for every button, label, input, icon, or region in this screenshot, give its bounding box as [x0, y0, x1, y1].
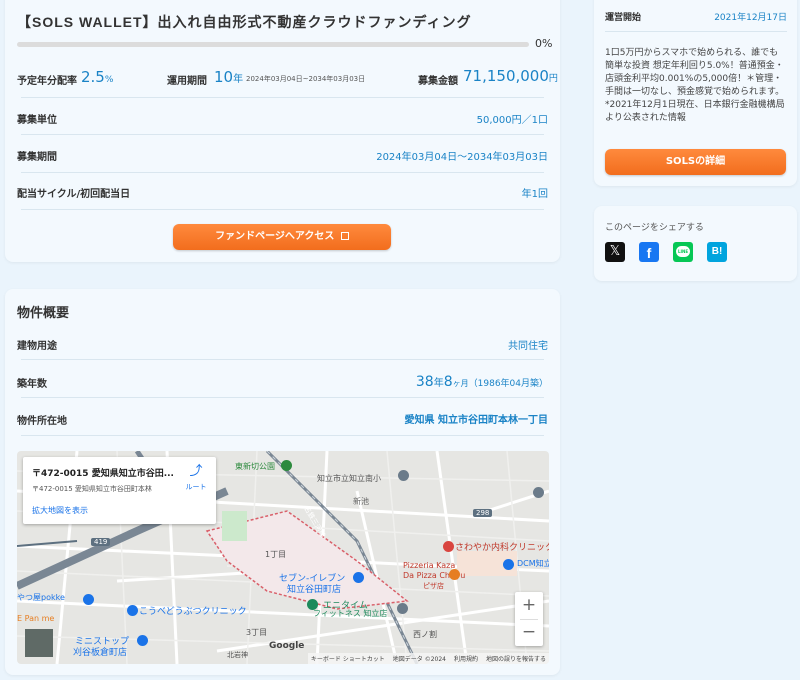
map-pin-icon[interactable] — [533, 487, 544, 498]
map-route-button[interactable]: ⤴ ルート — [181, 465, 211, 492]
map-pin-icon[interactable] — [83, 594, 94, 605]
map-footer: キーボード ショートカット 地図データ ©2024 利用規約 地図の誤りを報告する — [307, 653, 549, 664]
period-range: 2024年03月04日~2034年03月03日 — [246, 75, 366, 83]
line-icon[interactable]: LINE — [673, 242, 693, 262]
enlarge-map-link[interactable]: 拡大地図を表示 — [32, 505, 88, 516]
amount-label: 募集金額 — [418, 76, 458, 87]
map-pin-icon[interactable] — [449, 569, 460, 580]
location-value: 愛知県 知立市谷田町本林一丁目 — [404, 415, 548, 426]
route-icon: ⤴ — [189, 464, 203, 479]
report-error-link[interactable]: 地図の誤りを報告する — [486, 656, 546, 663]
divider — [21, 134, 544, 135]
age-label: 築年数 — [17, 379, 47, 390]
fund-title: 【SOLS WALLET】出入れ自由形式不動産クラウドファンディング — [17, 14, 472, 30]
sidebar-divider — [605, 31, 787, 32]
unit-value: 50,000円／1口 — [476, 115, 548, 126]
map-label: 知立市立知立南小 — [317, 474, 381, 483]
yield-value: 2.5% — [81, 68, 114, 86]
map-label: 北岩神 — [227, 651, 248, 659]
map-pin-icon[interactable] — [398, 470, 409, 481]
zoom-out-button[interactable]: − — [515, 619, 543, 646]
map-pin-icon[interactable] — [503, 559, 514, 570]
share-card: このページをシェアする 𝕏 f LINE B! — [594, 206, 797, 281]
terms-link[interactable]: 利用規約 — [454, 656, 478, 663]
sols-details-label: SOLSの詳細 — [665, 156, 726, 167]
map-label: 東新切公園 — [235, 462, 275, 471]
keyboard-shortcuts-link[interactable]: キーボード ショートカット — [311, 656, 385, 663]
route-label: ルート — [185, 483, 207, 491]
divider — [21, 435, 544, 436]
dividend-value: 年1回 — [521, 189, 548, 200]
divider — [21, 172, 544, 173]
use-value: 共同住宅 — [508, 341, 548, 352]
start-label: 運営開始 — [605, 13, 642, 23]
map-pin-icon[interactable] — [281, 460, 292, 471]
map-label: DCM知立 — [517, 559, 549, 568]
fund-summary-card: 【SOLS WALLET】出入れ自由形式不動産クラウドファンディング 0% 予定… — [5, 0, 560, 262]
map-zoom-controls: + − — [515, 592, 543, 646]
map-label: 3丁目 — [246, 628, 268, 637]
progress-text: 0% — [535, 37, 553, 50]
sols-details-button[interactable]: SOLSの詳細 — [605, 149, 786, 175]
unit-label: 募集単位 — [17, 115, 57, 126]
property-card: 物件概要 建物用途 共同住宅 築年数 38年8ヶ月（1986年04月築） 物件所… — [5, 289, 560, 675]
share-label: このページをシェアする — [605, 223, 704, 233]
map-label: やつ屋pokke — [17, 593, 65, 602]
location-label: 物件所在地 — [17, 416, 67, 427]
map-data-text: 地図データ ©2024 — [392, 656, 446, 663]
period-value: 10年 — [214, 68, 244, 86]
x-icon[interactable]: 𝕏 — [605, 242, 625, 262]
map-card-title: 〒472-0015 愛知県知立市谷田... — [32, 469, 174, 479]
divider — [21, 397, 544, 398]
amount-value: 71,150,000円 — [463, 67, 558, 85]
external-link-icon — [340, 232, 349, 240]
embedded-map[interactable]: 〒472-0015 愛知県知立市谷田... 〒472-0015 愛知県知立市谷田… — [17, 451, 549, 664]
map-label: 1丁目 — [265, 550, 287, 559]
divider — [21, 97, 544, 98]
recruit-period-value: 2024年03月04日〜2034年03月03日 — [376, 152, 548, 163]
yield-label: 予定年分配率 — [17, 76, 77, 87]
hatena-icon[interactable]: B! — [707, 242, 727, 262]
use-label: 建物用途 — [17, 341, 57, 352]
map-pin-icon[interactable] — [353, 572, 364, 583]
map-pin-icon[interactable] — [307, 599, 318, 610]
map-label: E Pan me — [17, 614, 55, 623]
map-label: 知立谷田町店 — [287, 585, 342, 595]
sidebar-info-card: 運営開始 2021年12月17日 1口5万円からスマホで始められる、誰でも簡単な… — [594, 0, 797, 186]
map-label: こうべどうぶつクリニック — [139, 607, 247, 617]
google-logo: Google — [269, 641, 305, 651]
map-pin-icon[interactable] — [443, 541, 454, 552]
map-pin-icon[interactable] — [137, 635, 148, 646]
map-label: 新池 — [353, 497, 369, 506]
line-bubble: LINE — [676, 246, 690, 257]
map-label: 刈谷板倉町店 — [73, 648, 128, 658]
map-label: さわやか内科クリニック — [455, 543, 549, 553]
age-value: 38年8ヶ月（1986年04月築） — [415, 374, 548, 390]
divider — [21, 209, 544, 210]
start-value: 2021年12月17日 — [714, 13, 787, 23]
zoom-in-button[interactable]: + — [515, 592, 543, 619]
route-shield: 419 — [91, 538, 111, 546]
property-heading: 物件概要 — [17, 306, 70, 321]
period-label: 運用期間 — [167, 76, 207, 87]
fund-page-button[interactable]: ファンドページへアクセス — [173, 224, 391, 250]
facebook-icon[interactable]: f — [639, 242, 659, 262]
map-pin-icon[interactable] — [127, 605, 138, 616]
map-pin-icon[interactable] — [397, 603, 408, 614]
route-shield: 298 — [473, 509, 493, 517]
divider — [21, 359, 544, 360]
recruit-period-label: 募集期間 — [17, 152, 57, 163]
progress-bar — [17, 42, 529, 47]
map-info-card: 〒472-0015 愛知県知立市谷田... 〒472-0015 愛知県知立市谷田… — [23, 457, 216, 524]
fund-page-button-label: ファンドページへアクセス — [215, 231, 335, 242]
map-card-address: 〒472-0015 愛知県知立市谷田町本林 — [32, 485, 152, 493]
map-label: 西ノ割 — [413, 630, 437, 639]
map-label: フィットネス 知立店 — [313, 609, 388, 618]
dividend-label: 配当サイクル/初回配当日 — [17, 189, 131, 200]
sidebar-description: 1口5万円からスマホで始められる、誰でも簡単な投資 想定年利回り5.0%！普通預… — [605, 48, 785, 123]
map-label: Pizzeria Kaza — [403, 561, 456, 570]
map-label: ピザ店 — [423, 582, 444, 590]
